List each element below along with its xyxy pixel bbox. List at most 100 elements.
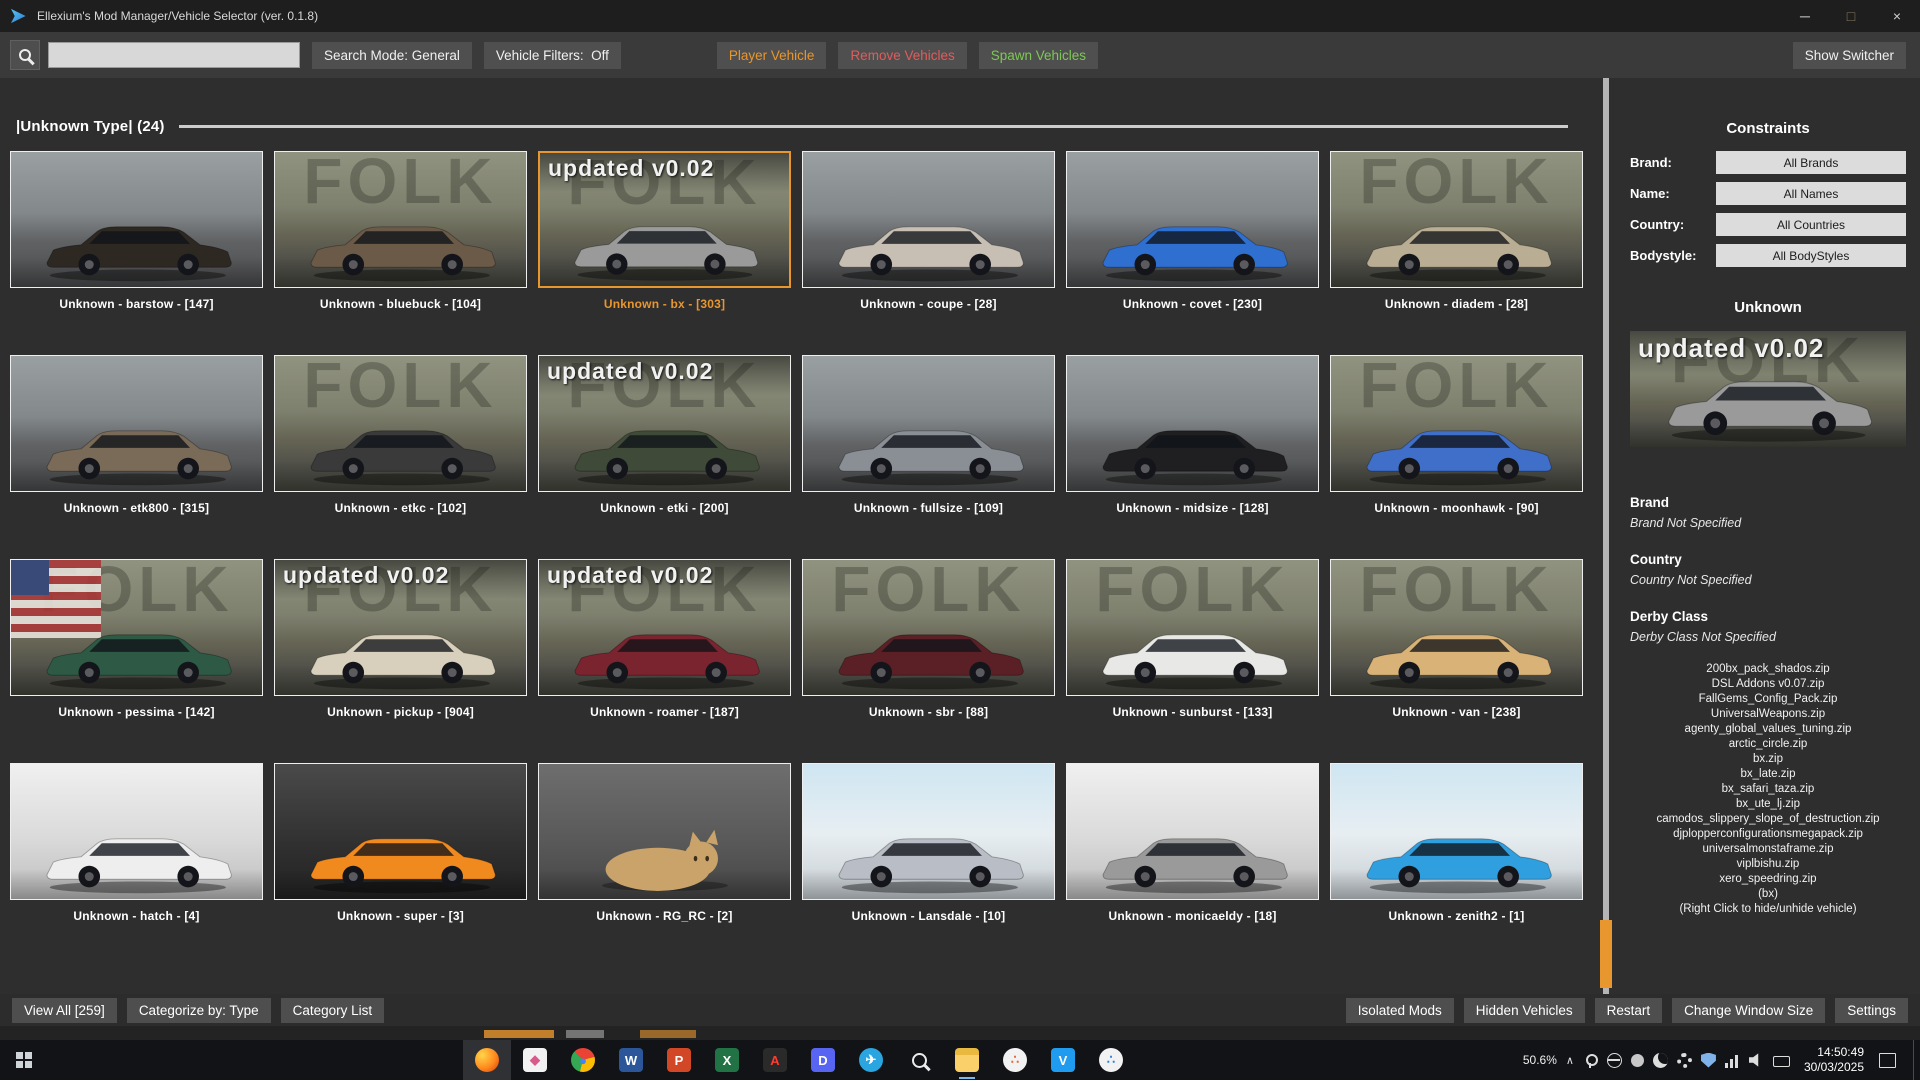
taskbar-firefox[interactable] [463,1040,511,1080]
car-illustration [310,634,496,690]
vehicle-card-moonhawk[interactable]: FOLK Unknown - moonhawk - [90] [1330,355,1583,515]
vehicle-card-hatch[interactable]: Unknown - hatch - [4] [10,763,263,923]
vehicle-card-van[interactable]: FOLK Unknown - van - [238] [1330,559,1583,719]
acrobat-icon: A [763,1048,787,1072]
vehicle-image: FOLK updated v0.02 [538,559,791,696]
firefox-icon [475,1048,499,1072]
title-bar: Ellexium's Mod Manager/Vehicle Selector … [0,0,1920,32]
constraint-row: Name: All Names [1630,182,1906,205]
mod-file-item: DSL Addons v0.07.zip [1711,678,1825,690]
clock[interactable]: 14:50:49 30/03/2025 [1804,1045,1864,1075]
night-mode-icon[interactable] [1652,1052,1668,1068]
usage-readout[interactable]: 50.6% [1523,1053,1557,1067]
remove-vehicles-button[interactable]: Remove Vehicles [838,41,967,69]
spawn-vehicles-button[interactable]: Spawn Vehicles [978,41,1099,69]
taskbar-discord[interactable]: D [799,1040,847,1080]
vehicle-card-lansdale[interactable]: Unknown - Lansdale - [10] [802,763,1055,923]
category-list-button[interactable]: Category List [280,997,385,1023]
vehicle-card-super[interactable]: Unknown - super - [3] [274,763,527,923]
vehicle-card-sbr[interactable]: FOLK Unknown - sbr - [88] [802,559,1055,719]
constraint-country-value[interactable]: All Countries [1716,213,1906,236]
vehicle-filters-button[interactable]: Vehicle Filters: Off [483,41,621,69]
settings-button[interactable]: Settings [1835,997,1908,1023]
word-icon: W [619,1048,643,1072]
taskbar-vscode[interactable]: V [1039,1040,1087,1080]
chrome-icon: ● [571,1048,595,1072]
constraint-name-value[interactable]: All Names [1716,182,1906,205]
vehicle-label: Unknown - etki - [200] [600,501,729,515]
vehicle-card-rg-rc[interactable]: Unknown - RG_RC - [2] [538,763,791,923]
wifi-signal-icon[interactable] [1724,1052,1740,1068]
vehicle-card-diadem[interactable]: FOLK Unknown - diadem - [28] [1330,151,1583,311]
taskbar-chrome[interactable]: ● [559,1040,607,1080]
vehicle-card-etkc[interactable]: FOLK Unknown - etkc - [102] [274,355,527,515]
taskbar-app-blue-dots[interactable]: ∴ [1087,1040,1135,1080]
minimize-button[interactable]: ─ [1782,0,1828,32]
settings-tray-icon[interactable] [1676,1052,1692,1068]
vehicle-card-covet[interactable]: Unknown - covet - [230] [1066,151,1319,311]
taskbar-excel[interactable]: X [703,1040,751,1080]
vehicle-image: FOLK [1066,559,1319,696]
vehicle-label: Unknown - bx - [303] [603,297,726,311]
search-button[interactable] [10,40,40,70]
vehicle-card-bluebuck[interactable]: FOLK Unknown - bluebuck - [104] [274,151,527,311]
vehicle-card-sunburst[interactable]: FOLK Unknown - sunburst - [133] [1066,559,1319,719]
action-center-icon[interactable] [1879,1052,1896,1068]
taskbar-search-app[interactable] [895,1040,943,1080]
search-input[interactable] [48,42,300,68]
restart-button[interactable]: Restart [1594,997,1663,1023]
section-header: |Unknown Type| (24) [16,118,1568,135]
brand-section: Brand Brand Not Specified [1630,495,1906,530]
clipped-content-strip [0,1026,1920,1040]
search-mode-button[interactable]: Search Mode: General [312,41,472,69]
vehicle-card-barstow[interactable]: Unknown - barstow - [147] [10,151,263,311]
vehicle-label: Unknown - super - [3] [337,909,464,923]
show-desktop-button[interactable] [1913,1040,1918,1080]
telegram-icon: ✈ [859,1048,883,1072]
vehicle-card-bx[interactable]: FOLK updated v0.02 Unknown - bx - [303] [538,151,791,311]
start-button[interactable] [0,1040,48,1080]
vehicle-card-coupe[interactable]: Unknown - coupe - [28] [802,151,1055,311]
vehicle-card-etk800[interactable]: Unknown - etk800 - [315] [10,355,263,515]
status-dot-icon[interactable] [1630,1054,1644,1067]
vehicle-card-etki[interactable]: FOLK updated v0.02 Unknown - etki - [200] [538,355,791,515]
taskbar-word[interactable]: W [607,1040,655,1080]
constraint-brand-value[interactable]: All Brands [1716,151,1906,174]
show-switcher-button[interactable]: Show Switcher [1792,41,1906,69]
maximize-button[interactable]: □ [1828,0,1874,32]
taskbar-telegram[interactable]: ✈ [847,1040,895,1080]
scrollbar-track[interactable] [1603,78,1609,994]
tray-expand-icon[interactable]: ∧ [1566,1054,1574,1067]
vehicle-image [802,355,1055,492]
taskbar-app-orange-dots[interactable]: ∴ [991,1040,1039,1080]
pin-tray-icon[interactable] [1583,1053,1598,1068]
constraint-bodystyle-value[interactable]: All BodyStyles [1716,244,1906,267]
categorize-by-type-button[interactable]: Categorize by: Type [126,997,271,1023]
vehicle-card-pickup[interactable]: FOLK updated v0.02 Unknown - pickup - [90… [274,559,527,719]
close-button[interactable]: × [1874,0,1920,32]
vehicle-card-monicaeldy[interactable]: Unknown - monicaeldy - [18] [1066,763,1319,923]
taskbar-acrobat[interactable]: A [751,1040,799,1080]
vehicle-card-pessima[interactable]: FOLK Unknown - pessima - [142] [10,559,263,719]
car-illustration [838,838,1024,894]
player-vehicle-button[interactable]: Player Vehicle [716,41,827,69]
change-window-size-button[interactable]: Change Window Size [1672,997,1826,1023]
touch-keyboard-icon[interactable] [1772,1055,1790,1067]
vehicle-label: Unknown - monicaeldy - [18] [1108,909,1277,923]
vehicle-card-fullsize[interactable]: Unknown - fullsize - [109] [802,355,1055,515]
taskbar-file-explorer[interactable] [943,1040,991,1080]
security-shield-icon[interactable] [1700,1052,1716,1068]
isolated-mods-button[interactable]: Isolated Mods [1345,997,1454,1023]
hidden-vehicles-button[interactable]: Hidden Vehicles [1463,997,1585,1023]
taskbar-app-white[interactable]: ◆ [511,1040,559,1080]
scrollbar-thumb[interactable] [1600,920,1612,988]
vertical-scrollbar[interactable] [1596,78,1616,994]
volume-icon[interactable] [1748,1053,1759,1067]
network-globe-icon[interactable] [1606,1052,1622,1068]
clipped-content-fragment [566,1030,604,1038]
vehicle-card-roamer[interactable]: FOLK updated v0.02 Unknown - roamer - [18… [538,559,791,719]
view-all-259-button[interactable]: View All [259] [12,997,117,1023]
vehicle-card-zenith2[interactable]: Unknown - zenith2 - [1] [1330,763,1583,923]
taskbar-powerpoint[interactable]: P [655,1040,703,1080]
vehicle-card-midsize[interactable]: Unknown - midsize - [128] [1066,355,1319,515]
